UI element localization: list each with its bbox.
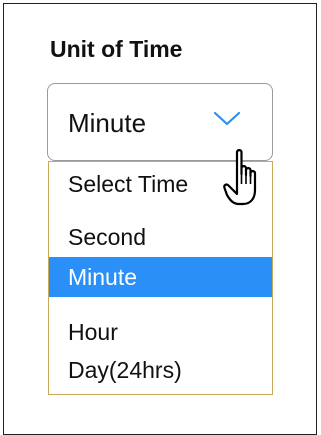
chevron-down-icon [213, 111, 241, 126]
option-day[interactable]: Day(24hrs) [49, 350, 272, 390]
option-minute[interactable]: Minute [49, 257, 272, 297]
option-hour[interactable]: Hour [49, 312, 272, 352]
option-second[interactable]: Second [49, 217, 272, 257]
field-title: Unit of Time [50, 36, 183, 62]
hand-pointer-icon [223, 149, 257, 206]
selected-value: Minute [68, 108, 147, 138]
